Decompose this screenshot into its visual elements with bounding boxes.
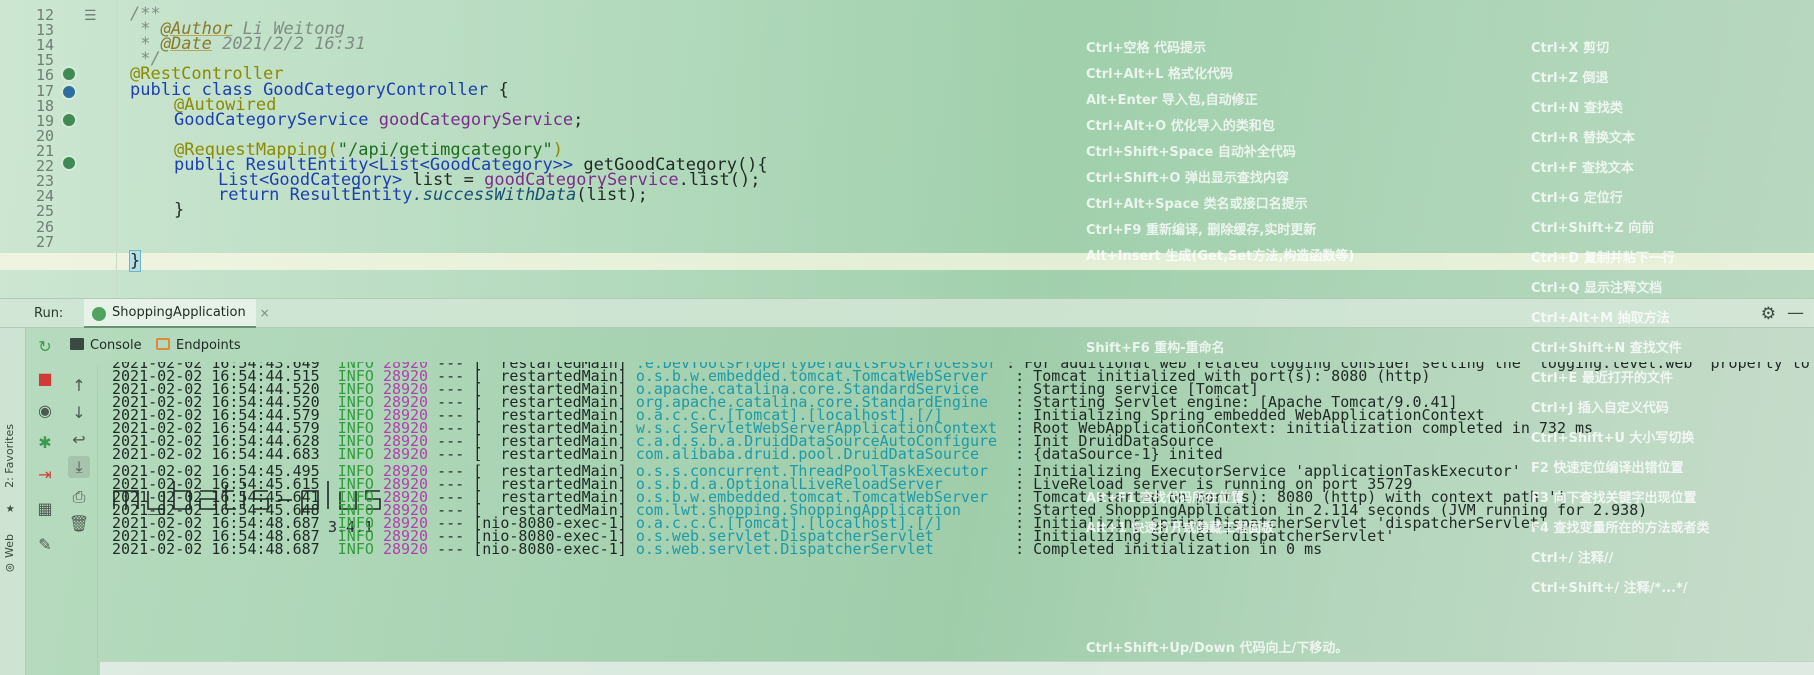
left-tool-stripe: 2: Favorites ★ Web ◎ [0,328,26,675]
run-tool-window-header: Run: ShoppingApplication × ⚙ — [0,298,1814,328]
console-output[interactable]: 2021-02-02 16:54:43.649 INFO 28920 --- [… [100,362,1814,675]
globe-icon: ◎ [6,560,14,575]
run-toolbar: ↻ ■ ◉ ✱ ⇥ ▦ ✎ [30,328,60,675]
spring-run-icon [92,307,106,321]
exit-icon[interactable]: ⇥ [34,464,56,486]
tab-console[interactable]: Console [70,338,142,353]
run-label: Run: [34,306,64,321]
doc-fold-icon[interactable]: ☰ [84,8,97,24]
line-number: 27 [35,233,54,251]
trash-icon[interactable]: 🗑 [68,513,90,535]
code-line-26: } [128,250,142,272]
gear-icon[interactable]: ⚙ [1761,304,1776,324]
code-line-24: return ResultEntity.successWithData(list… [218,185,648,205]
rerun-icon[interactable]: ↻ [34,336,56,358]
code-line-25: } [174,200,185,220]
layout-icon[interactable]: ▦ [34,498,56,520]
log-line: 2021-02-02 16:54:44.683 INFO 28920 --- [… [112,444,1223,463]
close-icon[interactable]: × [260,306,270,320]
shortcut-hint: Ctrl+Shift+N 查找文件 [1531,341,1682,356]
shortcut-hint: Shift+F6 重构-重命名 [1086,341,1225,356]
debug-icon[interactable]: ✱ [34,432,56,454]
screenshot-icon[interactable]: ◉ [34,400,56,422]
console-scrollbar[interactable] [100,661,1814,675]
editor-gutter: 12 13 14 15 16 17 18 19 20 21 22 23 24 2… [0,0,120,298]
request-mapping-icon[interactable] [61,155,77,171]
web-tool-button[interactable]: Web [3,534,16,558]
down-arrow-icon[interactable]: ↓ [68,402,90,424]
console-icon [70,338,84,350]
spring-bean-icon[interactable] [61,66,77,82]
run-tab-shopping-application[interactable]: ShoppingApplication × [84,299,270,328]
log-line: 2021-02-02 16:54:48.687 INFO 28920 --- [… [112,539,1323,558]
print-icon[interactable]: ⎙ [68,486,90,508]
scroll-to-end-icon[interactable]: ⤓ [68,456,90,478]
run-tab-label: ShoppingApplication [112,305,246,320]
star-icon: ★ [6,500,15,516]
pin-icon[interactable]: ✎ [34,534,56,556]
endpoints-icon [156,338,170,350]
code-editor[interactable]: 12 13 14 15 16 17 18 19 20 21 22 23 24 2… [0,0,1814,298]
tab-endpoints[interactable]: Endpoints [156,338,241,353]
up-arrow-icon[interactable]: ↑ [68,375,90,397]
implemented-class-icon[interactable] [61,84,77,100]
stop-icon[interactable]: ■ [34,368,56,390]
code-line-14: * @Date 2021/2/2 16:31 [130,34,366,54]
code-line-19: GoodCategoryService goodCategoryService; [174,110,584,130]
current-line-highlight [0,253,1814,270]
minimize-icon[interactable]: — [1787,303,1804,323]
autowired-bean-icon[interactable] [61,112,77,128]
soft-wrap-icon[interactable]: ↩ [68,429,90,451]
fold-guide [116,0,117,298]
console-toolbar: ↑ ↓ ↩ ⤓ ⎙ 🗑 [64,365,98,675]
favorites-tool-button[interactable]: 2: Favorites [3,424,16,488]
